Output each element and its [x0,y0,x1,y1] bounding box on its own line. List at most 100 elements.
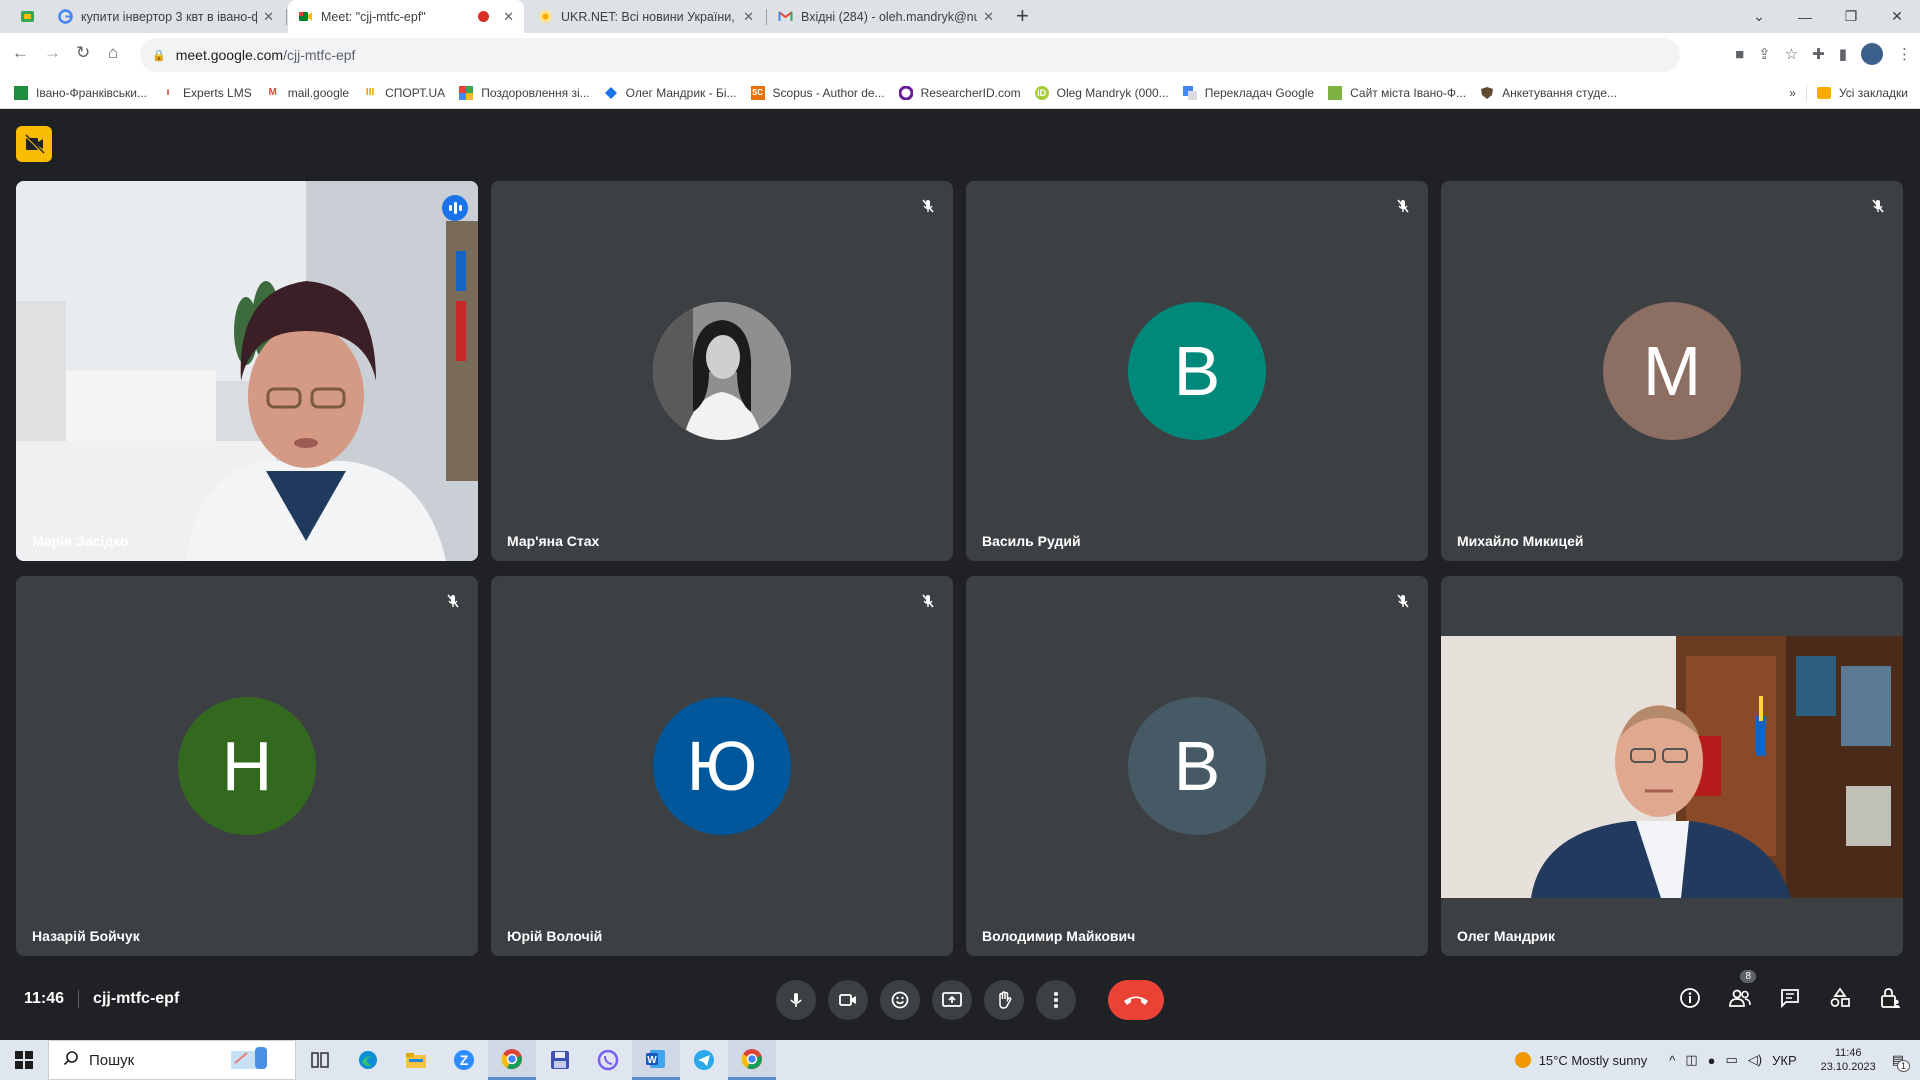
edge-icon[interactable] [344,1040,392,1080]
host-controls-badge[interactable] [16,126,52,162]
bookmark-item[interactable]: III СПОРТ.UA [363,86,445,100]
participant-tile[interactable]: Н Назарій Бойчук [16,576,478,956]
host-controls-button[interactable] [1876,984,1904,1012]
bookmark-item[interactable]: ı Experts LMS [161,86,252,100]
participant-name: Олег Мандрик [1457,928,1556,944]
lock-icon[interactable]: 🔒 [152,49,166,62]
leave-call-button[interactable] [1108,980,1164,1020]
microphone-button[interactable] [776,980,816,1020]
tab-gmail[interactable]: Вхідні (284) - oleh.mandryk@nu ✕ [768,0,1004,33]
close-tab-icon[interactable]: ✕ [983,9,994,25]
more-options-button[interactable] [1036,980,1076,1020]
profile-avatar[interactable] [1861,43,1883,65]
language-indicator[interactable]: УКР [1772,1053,1797,1068]
people-button[interactable]: 8 [1726,970,1756,1012]
participant-tile[interactable]: Олег Мандрик [1441,576,1903,956]
meeting-code: cjj-mtfc-epf [93,990,180,1007]
bookmark-icon [14,85,28,100]
reload-icon[interactable]: ↻ [76,43,90,63]
chat-button[interactable] [1776,984,1804,1012]
bookmark-item[interactable]: ResearcherID.com [898,85,1021,100]
menu-icon[interactable]: ⋮ [1897,45,1912,63]
bookmark-item[interactable]: Анкетування студе... [1480,86,1617,100]
show-hidden-icons-icon[interactable]: ^ [1669,1053,1675,1068]
url-path: /cjj-mtfc-epf [283,47,356,63]
tab-meet[interactable]: Meet: "cjj-mtfc-epf" ✕ [288,0,524,33]
tab-title: купити інвертор 3 квт в івано-ф [81,9,258,24]
zoom-icon[interactable]: Z [440,1040,488,1080]
back-icon[interactable]: ← [12,43,29,63]
close-tab-icon[interactable]: ✕ [743,9,754,25]
tab-google-search[interactable]: купити інвертор 3 квт в івано-ф ✕ [48,0,284,33]
address-bar[interactable]: 🔒 meet.google.com/cjj-mtfc-epf [140,38,1680,72]
meeting-details-button[interactable] [1676,984,1704,1012]
bookmark-item[interactable]: iD Oleg Mandryk (000... [1034,85,1169,100]
participant-tile[interactable]: В Володимир Майкович [966,576,1428,956]
volume-icon[interactable]: ◁) [1748,1052,1762,1068]
tab-ukrnet[interactable]: UKR.NET: Всі новини України, о ✕ [528,0,764,33]
extensions-icon[interactable]: ✚ [1812,45,1825,63]
bookmark-item[interactable]: Перекладач Google [1182,85,1314,100]
camera-button[interactable] [828,980,868,1020]
side-panel-icon[interactable]: ▮ [1839,45,1847,63]
chat-icon [1781,989,1799,1009]
close-window-icon[interactable]: ✕ [1874,8,1920,25]
bookmark-item[interactable]: Сайт міста Івано-Ф... [1328,85,1466,100]
camera-icon[interactable]: ■ [1735,46,1744,63]
profile-photo [653,302,791,440]
word-icon[interactable]: W [632,1040,680,1080]
bookmark-item[interactable]: Олег Мандрик - Бі... [604,86,737,100]
bookmark-item[interactable]: Mmail.google [266,86,350,100]
raise-hand-button[interactable] [984,980,1024,1020]
reactions-button[interactable] [880,980,920,1020]
tab-search-icon[interactable]: ⌄ [1736,8,1782,25]
taskbar-search[interactable]: Пошук [48,1040,296,1080]
microphone-tray-icon[interactable]: ● [1708,1053,1716,1068]
chrome-second-icon[interactable] [728,1040,776,1080]
forward-icon[interactable]: → [44,43,61,63]
mic-off-icon [1867,195,1889,217]
close-tab-icon[interactable]: ✕ [263,9,274,25]
participant-name: Володимир Майкович [982,928,1136,944]
tab-pinned[interactable] [10,0,46,33]
share-icon[interactable]: ⇪ [1758,45,1771,63]
participant-tile[interactable]: Мар'яна Стах [491,181,953,561]
start-button[interactable] [0,1040,48,1080]
viber-icon[interactable] [584,1040,632,1080]
new-tab-icon[interactable]: + [1016,3,1029,29]
notifications-icon[interactable]: ▤ 1 [1892,1052,1910,1072]
weather-text: 15°C Mostly sunny [1538,1052,1648,1068]
participant-video [1441,636,1903,898]
participant-video [16,181,478,561]
network-icon[interactable]: ◫ [1685,1052,1697,1068]
bookmark-item[interactable]: Івано-Франківськи... [14,85,147,100]
divider [78,990,80,1008]
minimize-icon[interactable]: — [1782,9,1828,25]
all-bookmarks-button[interactable]: Усі закладки [1816,86,1908,100]
participant-tile[interactable]: В Василь Рудий [966,181,1428,561]
participant-tile[interactable]: Марія Засідко [16,181,478,561]
home-icon[interactable]: ⌂ [108,43,118,63]
participant-tile[interactable]: М Михайло Микицей [1441,181,1903,561]
svg-text:W: W [647,1055,657,1066]
display-icon[interactable]: ▭ [1726,1052,1738,1068]
call-end-icon [1124,996,1148,1005]
search-icon [63,1050,79,1071]
file-explorer-icon[interactable] [392,1040,440,1080]
activities-button[interactable] [1826,984,1854,1012]
more-bookmarks-icon[interactable]: » [1789,86,1796,100]
save-floppy-icon[interactable] [536,1040,584,1080]
restore-icon[interactable]: ❐ [1828,8,1874,25]
bookmark-item[interactable]: SC Scopus - Author de... [750,85,885,100]
bookmark-item[interactable]: Поздоровлення зі... [459,85,590,100]
chrome-taskbar-icon[interactable] [488,1040,536,1080]
clock[interactable]: 11:46 23.10.2023 [1821,1046,1876,1074]
telegram-icon[interactable] [680,1040,728,1080]
present-screen-button[interactable] [932,980,972,1020]
bookmark-star-icon[interactable]: ☆ [1785,45,1798,63]
video-camera-icon [839,994,856,1006]
participant-tile[interactable]: Ю Юрій Волочій [491,576,953,956]
weather-widget[interactable]: 15°C Mostly sunny [1514,1052,1648,1068]
close-tab-icon[interactable]: ✕ [503,9,514,25]
task-view-icon[interactable] [296,1040,344,1080]
